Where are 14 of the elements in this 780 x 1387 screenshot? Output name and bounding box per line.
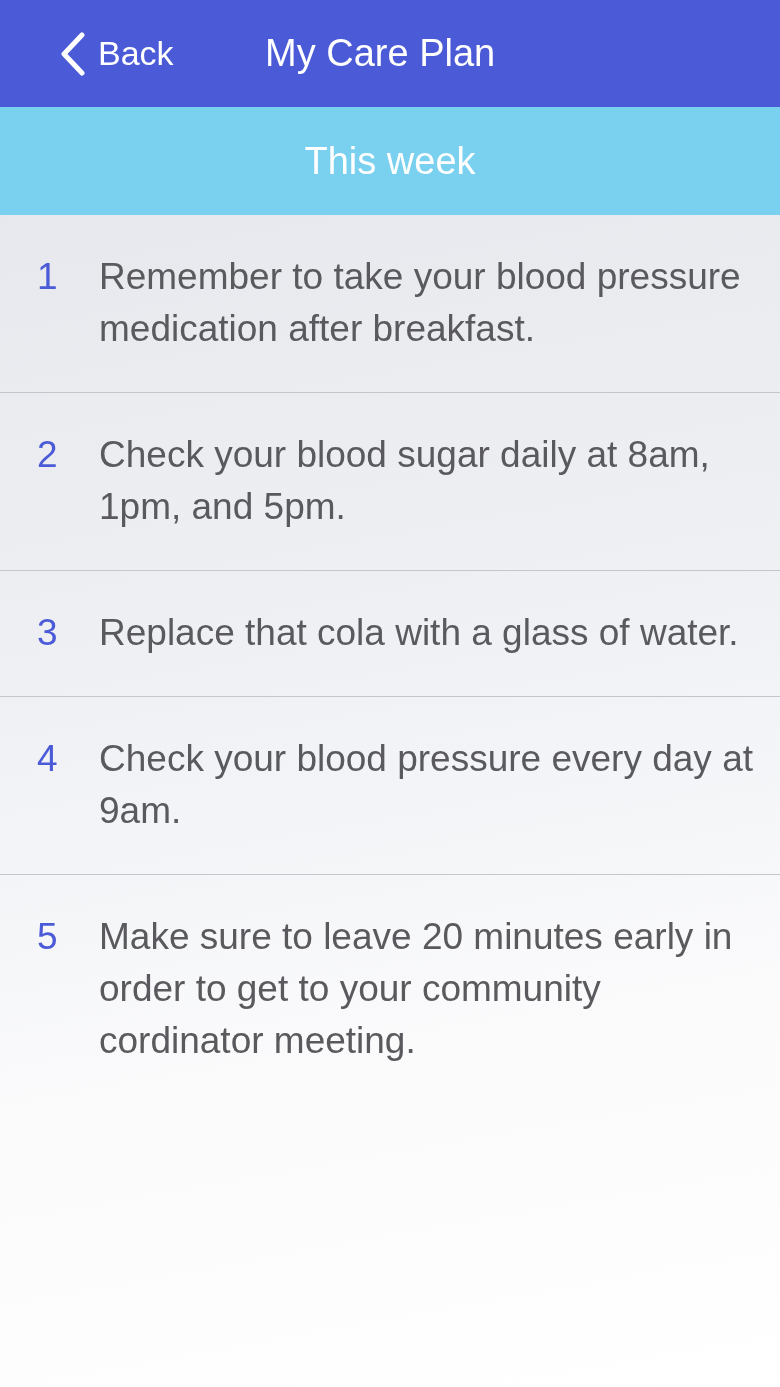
item-number: 3 — [37, 611, 59, 655]
care-plan-item-text: Check your blood sugar daily at 8am, 1pm, and 5pm. — [99, 433, 711, 529]
section-title: This week — [304, 139, 476, 183]
item-number: 2 — [37, 433, 59, 477]
item-number: 4 — [37, 737, 59, 781]
back-button[interactable]: Back — [60, 31, 265, 76]
care-plan-item-text: Check your blood pressure every day at 9am. — [99, 737, 754, 833]
screen-title: My Care Plan — [265, 32, 496, 75]
back-chevron-icon — [60, 31, 86, 76]
item-number: 1 — [37, 255, 59, 299]
care-plan-item-text: Replace that cola with a glass of water. — [99, 611, 739, 655]
care-plan-item-text: Make sure to leave 20 minutes early in order to get to your community cordinator meeting. — [99, 915, 734, 1063]
care-plan-item-text: Remember to take your blood pressure medication after breakfast. — [99, 255, 742, 351]
item-number: 5 — [37, 915, 59, 959]
